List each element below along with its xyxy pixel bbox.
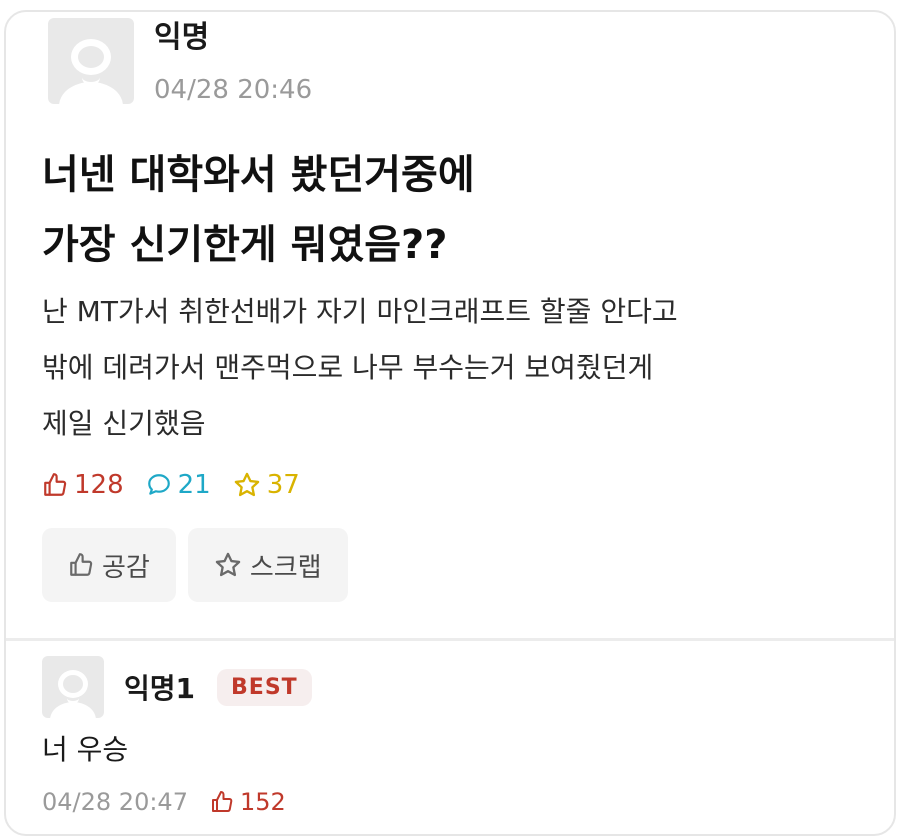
post-body: 난 MT가서 취한선배가 자기 마인크래프트 할줄 안다고 밖에 데려가서 맨주… — [42, 284, 862, 452]
post-stats: 128 21 37 — [42, 470, 322, 500]
comment-header: 익명1 BEST — [42, 656, 312, 718]
like-count-value: 128 — [74, 470, 124, 500]
comment-time: 04/28 20:47 — [42, 788, 188, 816]
thumbs-up-icon — [44, 473, 67, 496]
speech-bubble-icon — [147, 474, 170, 495]
divider — [6, 638, 894, 641]
comment-meta: 04/28 20:47 152 — [42, 788, 286, 816]
commenter-name: 익명1 — [124, 672, 196, 705]
star-icon — [234, 472, 259, 497]
like-button[interactable]: 공감 — [42, 528, 176, 602]
comment-count-value: 21 — [177, 470, 211, 500]
commenter-avatar — [42, 656, 104, 718]
title-line: 가장 신기한게 뭐였음?? — [42, 222, 448, 268]
comment-like-count: 152 — [239, 788, 286, 816]
comment-text: 너 우승 — [42, 733, 129, 766]
post-actions: 공감 스크랩 — [42, 528, 360, 602]
like-button-label: 공감 — [102, 552, 150, 583]
author-avatar — [48, 18, 134, 104]
scrap-count: 37 — [233, 470, 300, 500]
post-card: 익명 04/28 20:46 너넨 대학와서 봤던거중에 가장 신기한게 뭐였음… — [4, 10, 896, 836]
scrap-button[interactable]: 스크랩 — [187, 528, 348, 602]
post-time: 04/28 20:46 — [154, 75, 313, 105]
comment-count: 21 — [146, 470, 211, 500]
star-icon — [215, 552, 241, 577]
title-line: 너넨 대학와서 봤던거중에 — [42, 152, 475, 198]
scrap-count-value: 37 — [266, 470, 300, 500]
scrap-button-label: 스크랩 — [249, 552, 322, 583]
author-meta: 익명 04/28 20:46 — [154, 18, 312, 106]
body-line: 제일 신기했음 — [42, 407, 206, 440]
author-name: 익명 — [154, 20, 210, 55]
like-count: 128 — [42, 470, 124, 500]
thumbs-up-icon — [211, 791, 233, 812]
comment-like[interactable]: 152 — [210, 788, 286, 816]
best-badge: BEST — [217, 668, 312, 706]
post-header: 익명 04/28 20:46 — [48, 18, 312, 106]
body-line: 난 MT가서 취한선배가 자기 마인크래프트 할줄 안다고 — [42, 295, 678, 328]
thumbs-up-icon — [70, 553, 93, 576]
post-title: 너넨 대학와서 봤던거중에 가장 신기한게 뭐였음?? — [42, 140, 862, 280]
body-line: 밖에 데려가서 맨주먹으로 나무 부수는거 보여줬던게 — [42, 351, 654, 384]
